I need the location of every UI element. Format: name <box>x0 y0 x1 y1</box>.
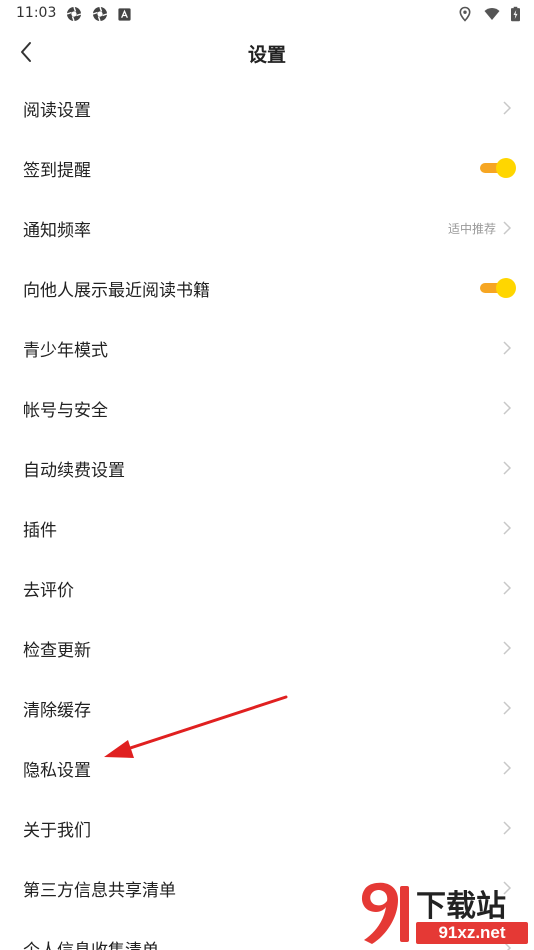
show-recent-books-toggle[interactable] <box>478 278 516 298</box>
settings-row-label: 清除缓存 <box>23 700 91 721</box>
toggle-knob <box>496 158 516 178</box>
status-notification-icons <box>66 6 131 22</box>
settings-row-label: 去评价 <box>23 580 74 601</box>
settings-row-teen-mode[interactable]: 青少年模式 <box>0 318 534 378</box>
settings-row-label: 向他人展示最近阅读书籍 <box>23 280 210 301</box>
settings-row-label: 青少年模式 <box>23 340 108 361</box>
chevron-right-icon <box>503 701 512 715</box>
settings-row-label: 隐私设置 <box>23 760 91 781</box>
settings-row-label: 插件 <box>23 520 57 541</box>
settings-row-reading[interactable]: 阅读设置 <box>0 78 534 138</box>
top-app-bar: 设置 <box>0 30 534 74</box>
settings-row-label: 个人信息收集清单 <box>23 936 159 950</box>
watermark-logo: 下载站 91xz.net <box>361 882 528 944</box>
chevron-right-icon <box>503 521 512 535</box>
settings-list: 阅读设置 签到提醒 通知频率 适中推荐 向他人展示最近阅读书籍 青少年模式 帐号… <box>0 78 534 950</box>
settings-row-label: 关于我们 <box>23 820 91 841</box>
chevron-right-icon <box>503 461 512 475</box>
settings-row-label: 通知频率 <box>23 220 91 241</box>
a-box-icon <box>118 7 131 21</box>
page-title: 设置 <box>247 44 286 66</box>
settings-row-about-us[interactable]: 关于我们 <box>0 798 534 858</box>
settings-screen: 11:03 设置 阅读设置 签到提醒 通知频率 适中推荐 向他人展示最近阅读书籍… <box>0 0 534 950</box>
settings-row-clear-cache[interactable]: 清除缓存 <box>0 678 534 738</box>
status-time: 11:03 <box>16 5 57 21</box>
settings-row-privacy[interactable]: 隐私设置 <box>0 738 534 798</box>
settings-row-check-update[interactable]: 检查更新 <box>0 618 534 678</box>
aperture-icon <box>92 6 108 22</box>
wifi-icon <box>484 8 500 20</box>
chevron-right-icon <box>503 221 512 235</box>
settings-row-label: 第三方信息共享清单 <box>23 880 176 901</box>
aperture-icon <box>66 6 82 22</box>
settings-row-label: 阅读设置 <box>23 100 91 121</box>
location-icon <box>459 6 471 22</box>
watermark-title: 下载站 <box>416 890 506 923</box>
toggle-knob <box>496 278 516 298</box>
settings-row-label: 自动续费设置 <box>23 460 125 481</box>
chevron-right-icon <box>503 821 512 835</box>
settings-row-checkin-reminder: 签到提醒 <box>0 138 534 198</box>
battery-charging-icon <box>511 6 520 22</box>
settings-row-label: 签到提醒 <box>23 160 91 181</box>
settings-row-show-recent-books: 向他人展示最近阅读书籍 <box>0 258 534 318</box>
settings-row-account-security[interactable]: 帐号与安全 <box>0 378 534 438</box>
settings-row-plugins[interactable]: 插件 <box>0 498 534 558</box>
checkin-reminder-toggle[interactable] <box>478 158 516 178</box>
status-bar: 11:03 <box>0 0 534 30</box>
chevron-right-icon <box>503 641 512 655</box>
chevron-right-icon <box>503 401 512 415</box>
settings-row-label: 帐号与安全 <box>23 400 108 421</box>
notification-frequency-value: 适中推荐 <box>447 221 496 236</box>
chevron-right-icon <box>503 101 512 115</box>
settings-row-rate-app[interactable]: 去评价 <box>0 558 534 618</box>
status-system-icons <box>457 6 520 22</box>
chevron-right-icon <box>503 581 512 595</box>
chevron-right-icon <box>503 761 512 775</box>
settings-row-notification-frequency[interactable]: 通知频率 适中推荐 <box>0 198 534 258</box>
chevron-right-icon <box>503 341 512 355</box>
watermark-domain: 91xz.net <box>438 923 505 942</box>
settings-row-label: 检查更新 <box>23 640 91 661</box>
settings-row-auto-renewal[interactable]: 自动续费设置 <box>0 438 534 498</box>
